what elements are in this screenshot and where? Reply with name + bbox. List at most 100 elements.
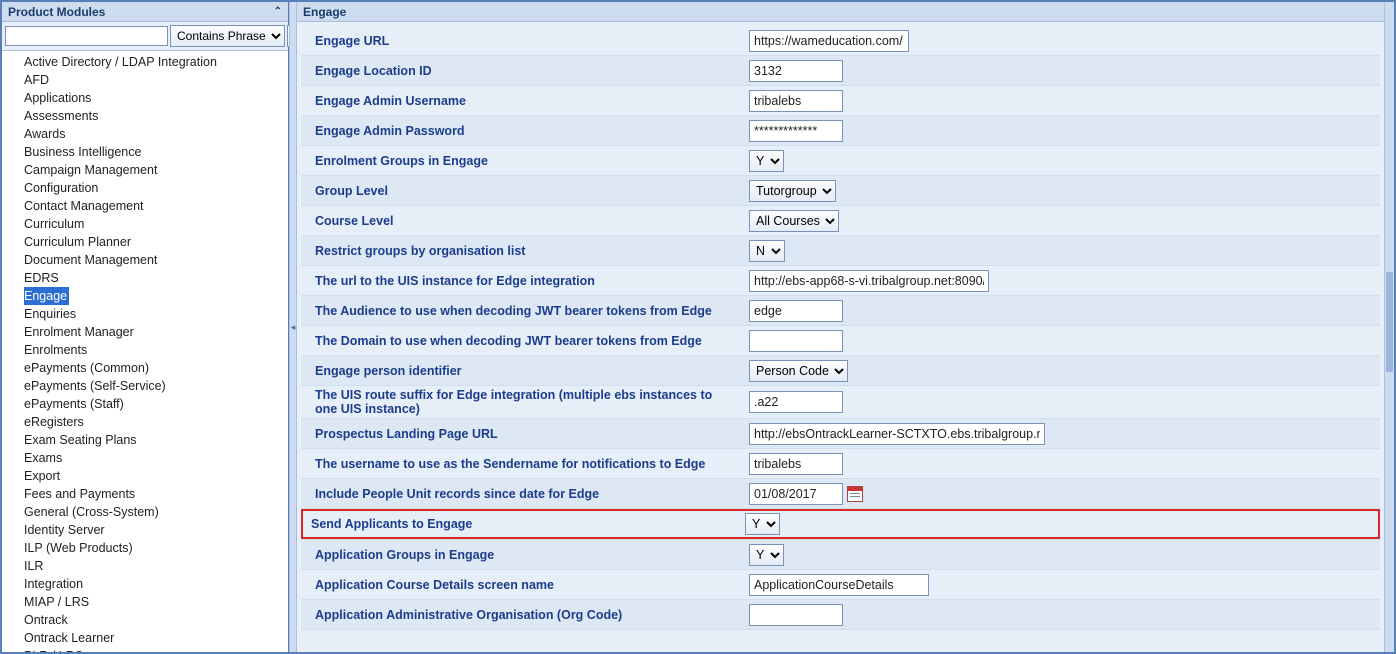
sidebar-item[interactable]: ePayments (Self-Service) (2, 377, 288, 395)
scrollbar-thumb[interactable] (1386, 272, 1393, 372)
form-control (749, 60, 843, 82)
sidebar-item[interactable]: PLR / LRS (2, 647, 288, 652)
main-scrollbar[interactable] (1384, 2, 1394, 652)
form-label: The UIS route suffix for Edge integratio… (307, 388, 749, 416)
sidebar-item[interactable]: Ontrack Learner (2, 629, 288, 647)
select-input[interactable]: Tutorgroup (749, 180, 836, 202)
form-control (749, 453, 843, 475)
form-label: Restrict groups by organisation list (307, 244, 749, 258)
select-input[interactable]: Y (745, 513, 780, 535)
form-label: Application Groups in Engage (307, 548, 749, 562)
sidebar-title: Product Modules (8, 2, 105, 22)
form-row: Course LevelAll Courses (301, 206, 1380, 236)
select-input[interactable]: Person Code (749, 360, 848, 382)
form-control: Y (749, 544, 784, 566)
select-input[interactable]: Y (749, 150, 784, 172)
sidebar-item[interactable]: ePayments (Staff) (2, 395, 288, 413)
splitter-arrow-icon: ◂ (291, 322, 296, 333)
sidebar-item[interactable]: Applications (2, 89, 288, 107)
text-input[interactable] (749, 120, 843, 142)
text-input[interactable] (749, 574, 929, 596)
sidebar-item[interactable]: Enrolments (2, 341, 288, 359)
form-control (749, 604, 843, 626)
form-row: Engage Admin Username (301, 86, 1380, 116)
sidebar-item[interactable]: Document Management (2, 251, 288, 269)
sidebar-item[interactable]: Identity Server (2, 521, 288, 539)
sidebar-item[interactable]: ILR (2, 557, 288, 575)
form-row: The username to use as the Sendername fo… (301, 449, 1380, 479)
sidebar-item[interactable]: Campaign Management (2, 161, 288, 179)
text-input[interactable] (749, 391, 843, 413)
text-input[interactable] (749, 90, 843, 112)
sidebar-item[interactable]: Exam Seating Plans (2, 431, 288, 449)
form-label: Application Course Details screen name (307, 578, 749, 592)
sidebar-item[interactable]: Exams (2, 449, 288, 467)
sidebar-item[interactable]: Curriculum Planner (2, 233, 288, 251)
form-label: Group Level (307, 184, 749, 198)
sidebar-item[interactable]: Export (2, 467, 288, 485)
form-control (749, 391, 843, 413)
sidebar-item[interactable]: ILP (Web Products) (2, 539, 288, 557)
select-input[interactable]: All Courses (749, 210, 839, 232)
main-panel: Engage Engage URLEngage Location IDEngag… (297, 2, 1384, 652)
form-control (749, 270, 989, 292)
sidebar-list[interactable]: Active Directory / LDAP IntegrationAFDAp… (2, 51, 288, 652)
form-control (749, 330, 843, 352)
sidebar-item[interactable]: Contact Management (2, 197, 288, 215)
form-rows: Engage URLEngage Location IDEngage Admin… (301, 26, 1380, 630)
text-input[interactable] (749, 270, 989, 292)
sidebar-item[interactable]: AFD (2, 71, 288, 89)
text-input[interactable] (749, 330, 843, 352)
form-row: Restrict groups by organisation listN (301, 236, 1380, 266)
form-label: Engage Admin Username (307, 94, 749, 108)
sidebar-item[interactable]: Enquiries (2, 305, 288, 323)
collapse-icon[interactable]: ⌃ (274, 2, 282, 22)
sidebar-item[interactable]: Engage (24, 287, 69, 305)
main-header: Engage (297, 2, 1384, 22)
text-input[interactable] (749, 60, 843, 82)
text-input[interactable] (749, 423, 1045, 445)
text-input[interactable] (749, 604, 843, 626)
sidebar-search: Contains Phrase Find (2, 22, 288, 51)
form-row: Include People Unit records since date f… (301, 479, 1380, 509)
sidebar-item[interactable]: ePayments (Common) (2, 359, 288, 377)
form-control: Y (745, 513, 780, 535)
sidebar-item[interactable]: Awards (2, 125, 288, 143)
sidebar-header[interactable]: Product Modules ⌃ (2, 2, 288, 22)
main-title: Engage (303, 2, 346, 22)
form-area: Engage URLEngage Location IDEngage Admin… (297, 22, 1384, 652)
form-row: Enrolment Groups in EngageY (301, 146, 1380, 176)
sidebar-item[interactable]: Ontrack (2, 611, 288, 629)
form-row: The Audience to use when decoding JWT be… (301, 296, 1380, 326)
form-row: Engage person identifierPerson Code (301, 356, 1380, 386)
sidebar-item[interactable]: Enrolment Manager (2, 323, 288, 341)
select-input[interactable]: N (749, 240, 785, 262)
form-control (749, 423, 1045, 445)
select-input[interactable]: Y (749, 544, 784, 566)
text-input[interactable] (749, 300, 843, 322)
splitter-handle[interactable]: ◂ (289, 2, 297, 652)
text-input[interactable] (749, 453, 843, 475)
sidebar-item[interactable]: MIAP / LRS (2, 593, 288, 611)
highlighted-setting: Send Applicants to EngageY (303, 511, 1378, 537)
form-row: Prospectus Landing Page URL (301, 419, 1380, 449)
sidebar-item[interactable]: Integration (2, 575, 288, 593)
search-filter-select[interactable]: Contains Phrase (170, 25, 285, 47)
date-input[interactable] (749, 483, 843, 505)
form-control: Person Code (749, 360, 848, 382)
form-control (749, 574, 929, 596)
sidebar-item[interactable]: EDRS (2, 269, 288, 287)
sidebar-item[interactable]: Curriculum (2, 215, 288, 233)
text-input[interactable] (749, 30, 909, 52)
sidebar-item[interactable]: Configuration (2, 179, 288, 197)
sidebar-item[interactable]: Business Intelligence (2, 143, 288, 161)
sidebar-item[interactable]: eRegisters (2, 413, 288, 431)
sidebar-item[interactable]: Active Directory / LDAP Integration (2, 53, 288, 71)
sidebar-item[interactable]: Assessments (2, 107, 288, 125)
form-row: The Domain to use when decoding JWT bear… (301, 326, 1380, 356)
sidebar-item[interactable]: General (Cross-System) (2, 503, 288, 521)
search-input[interactable] (5, 26, 168, 46)
calendar-icon[interactable] (847, 486, 863, 502)
sidebar-item[interactable]: Fees and Payments (2, 485, 288, 503)
form-row: Send Applicants to EngageY (301, 509, 1380, 540)
